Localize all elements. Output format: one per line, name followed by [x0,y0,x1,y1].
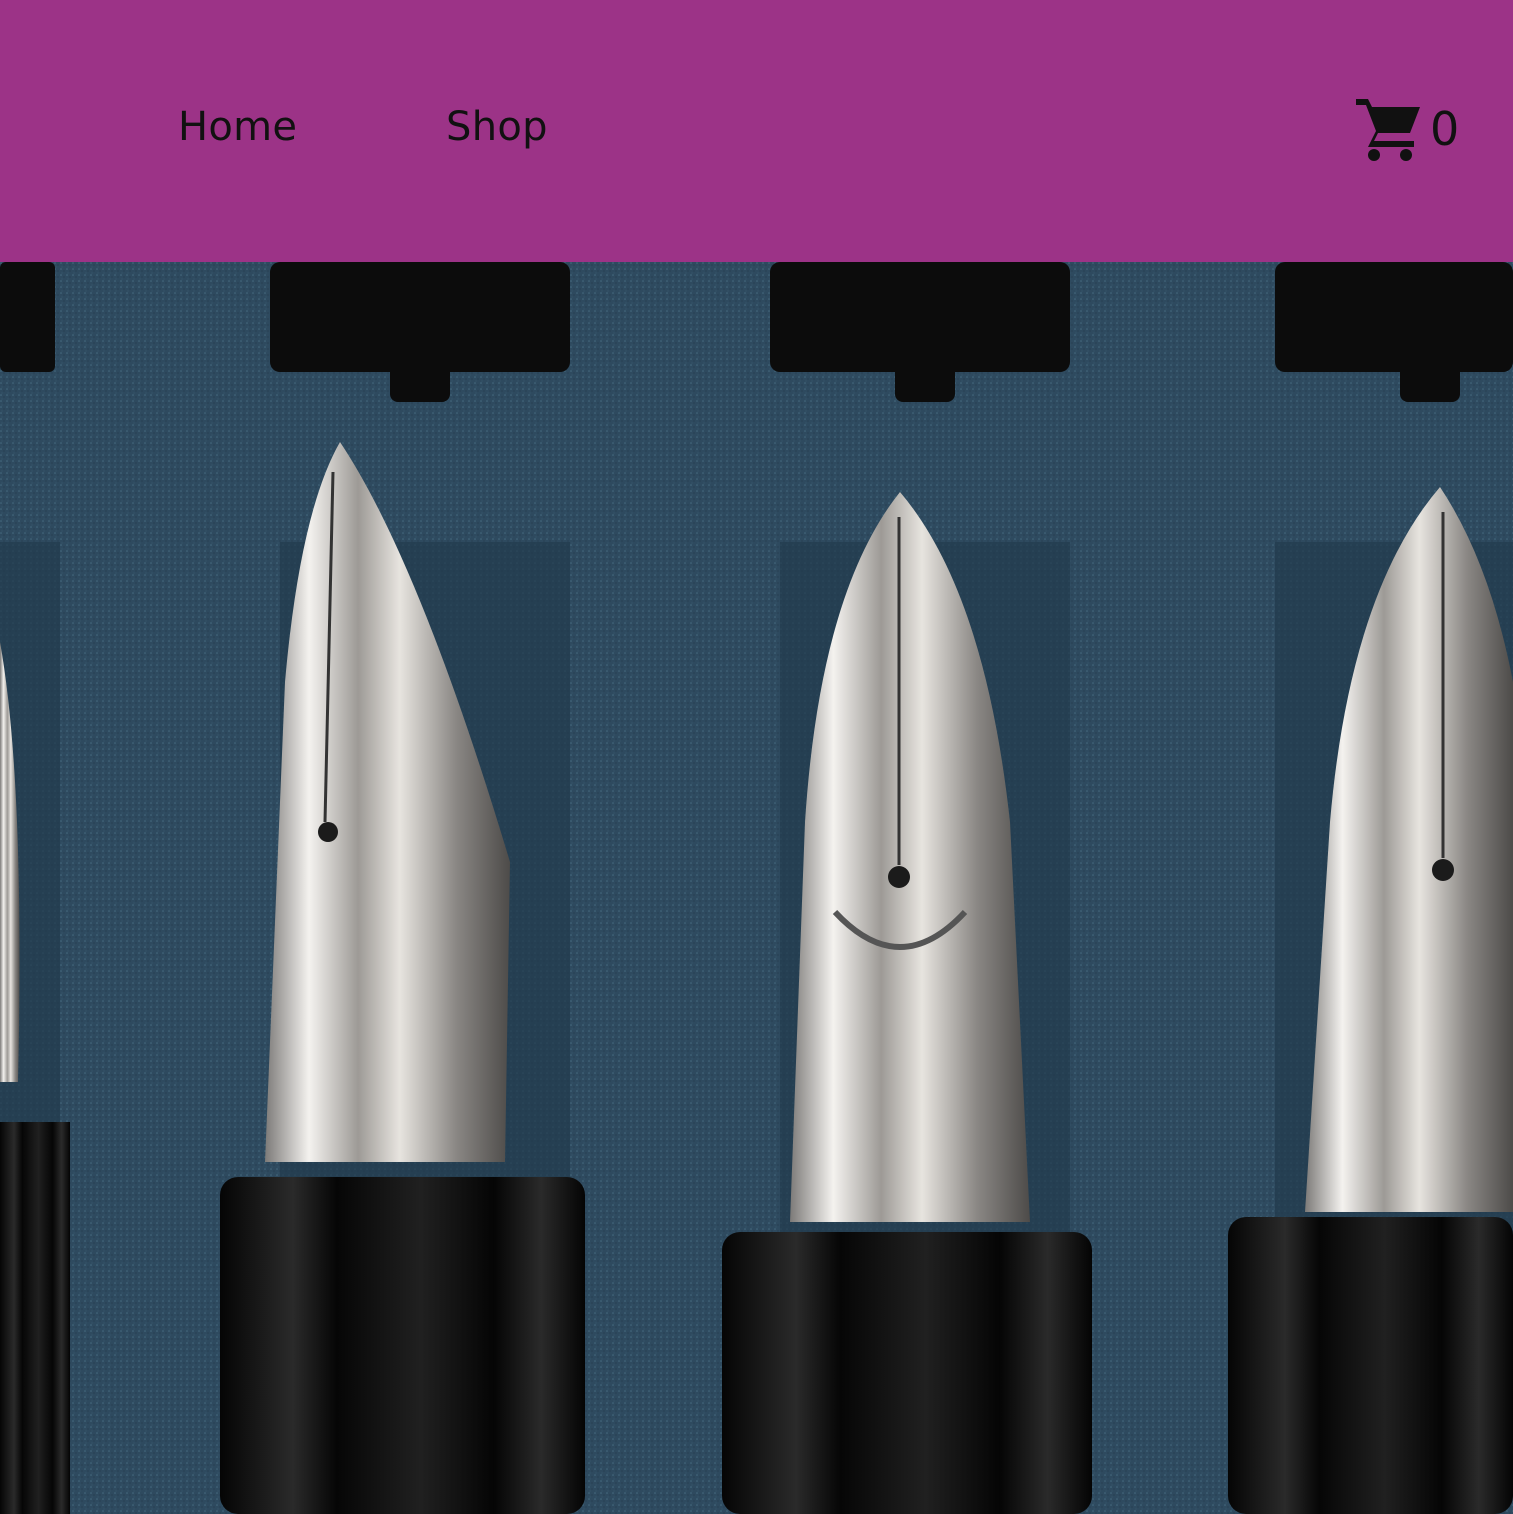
nav-link-home[interactable]: Home [178,104,297,150]
hero-image [0,262,1513,1514]
shopping-cart-icon [1354,93,1424,166]
site-header: Home Shop 0 [0,0,1513,262]
cart-count: 0 [1430,102,1460,156]
nav-link-shop[interactable]: Shop [446,104,548,150]
cart-button[interactable]: 0 [1354,94,1459,164]
